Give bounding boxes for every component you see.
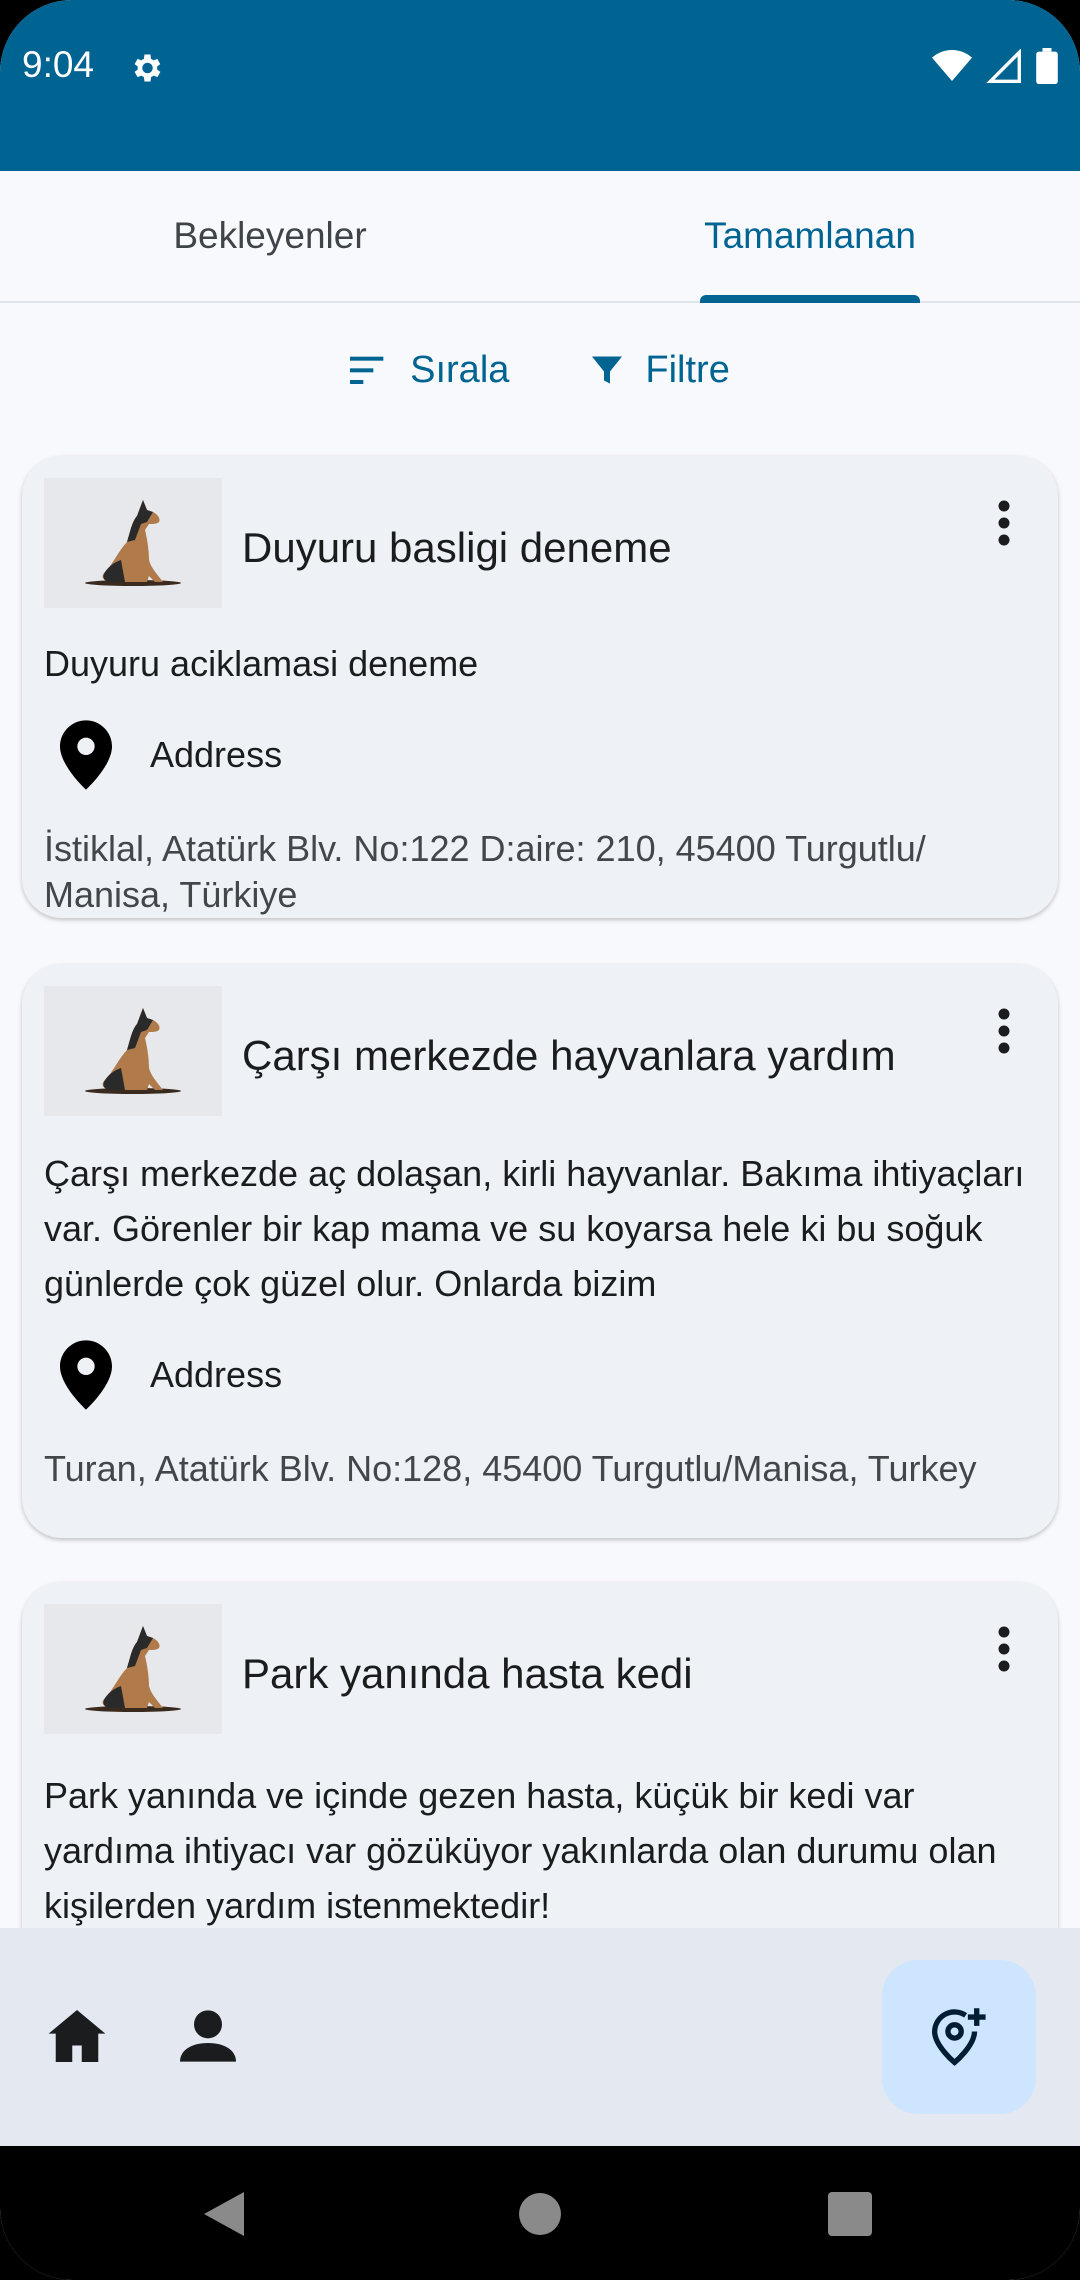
status-bar: 9:04	[0, 0, 1080, 171]
address-label: Address	[150, 1354, 283, 1395]
announcement-card[interactable]: Duyuru basligi deneme Duyuru aciklamasi …	[22, 456, 1058, 918]
card-description: Çarşı merkezde aç dolaşan, kirli hayvanl…	[44, 1153, 1025, 1304]
dog-image	[85, 500, 181, 586]
add-location-icon	[931, 2008, 986, 2066]
status-icons	[932, 48, 1058, 84]
home-icon[interactable]	[48, 2010, 106, 2062]
dog-image	[85, 1626, 181, 1712]
sort-filter-row: Sırala Filtre	[0, 340, 1080, 400]
card-description: Duyuru aciklamasi deneme	[44, 643, 479, 684]
tab-indicator	[700, 295, 920, 303]
battery-icon	[1036, 48, 1058, 84]
add-location-button[interactable]	[882, 1960, 1036, 2114]
address-row: Address	[60, 1340, 282, 1410]
address-text: İstiklal, Atatürk Blv. No:122 D:aire: 21…	[44, 828, 926, 915]
address-text: Turan, Atatürk Blv. No:128, 45400 Turgut…	[44, 1448, 977, 1489]
tab-bar: Bekleyenler Tamamlanan	[0, 171, 1080, 303]
more-options-icon[interactable]	[998, 1626, 1010, 1672]
filter-label: Filtre	[645, 348, 730, 391]
back-icon[interactable]	[204, 2192, 246, 2236]
status-time: 9:04	[22, 44, 95, 85]
signal-icon	[986, 49, 1021, 83]
address-label: Address	[150, 734, 283, 775]
filter-icon	[592, 356, 623, 384]
sort-button[interactable]: Sırala	[350, 340, 509, 400]
address-row: Address	[60, 720, 282, 790]
settings-icon	[134, 54, 161, 82]
location-pin-icon	[60, 1340, 112, 1410]
home-nav-icon[interactable]	[518, 2192, 562, 2236]
filter-button[interactable]: Filtre	[589, 340, 730, 400]
sort-icon	[350, 356, 384, 384]
system-navigation-bar	[0, 2146, 1080, 2280]
more-options-icon[interactable]	[998, 1008, 1010, 1054]
location-pin-icon	[60, 720, 112, 790]
card-title: Duyuru basligi deneme	[242, 524, 672, 571]
dog-image	[85, 1008, 181, 1094]
tab-bekleyenler[interactable]: Bekleyenler	[0, 171, 540, 301]
sort-label: Sırala	[410, 348, 510, 391]
wifi-icon	[932, 50, 972, 81]
card-title: Park yanında hasta kedi	[242, 1650, 693, 1697]
app-screen: 9:04 Bekleyenler Tamamlanan Sırala Filtr…	[0, 0, 1080, 2280]
recents-icon[interactable]	[828, 2192, 872, 2236]
person-icon[interactable]	[180, 2010, 236, 2062]
announcement-card[interactable]: Çarşı merkezde hayvanlara yardım Çarşı m…	[22, 964, 1058, 1538]
card-title: Çarşı merkezde hayvanlara yardım	[242, 1032, 896, 1079]
dog-thumbnail	[44, 478, 222, 608]
card-description: Park yanında ve içinde gezen hasta, küçü…	[44, 1775, 997, 1926]
bottom-app-bar	[0, 1928, 1080, 2146]
tab-tamamlanan[interactable]: Tamamlanan	[540, 171, 1080, 301]
dog-thumbnail	[44, 1604, 222, 1734]
dog-thumbnail	[44, 986, 222, 1116]
more-options-icon[interactable]	[998, 500, 1010, 546]
